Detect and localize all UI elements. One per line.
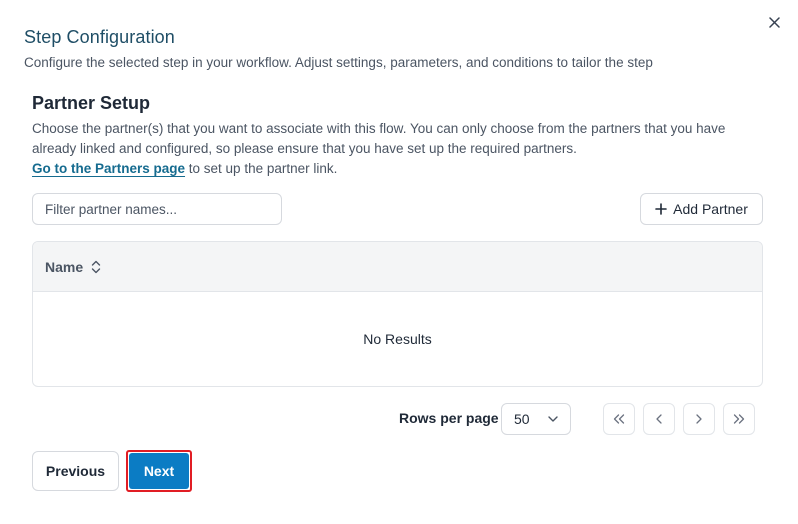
next-button[interactable]: Next (129, 453, 189, 489)
chevron-down-icon (548, 416, 558, 422)
table-empty-state: No Results (363, 331, 432, 347)
rows-per-page-value: 50 (514, 411, 530, 427)
previous-page-icon (656, 414, 662, 424)
previous-button[interactable]: Previous (32, 451, 119, 491)
sort-icon (91, 260, 101, 273)
first-page-icon (613, 414, 625, 424)
last-page-button[interactable] (723, 403, 755, 435)
next-button-highlight: Next (126, 450, 192, 492)
rows-per-page-label: Rows per page (399, 410, 499, 426)
link-suffix-text: to set up the partner link. (185, 161, 338, 176)
add-partner-button[interactable]: Add Partner (640, 193, 763, 225)
plus-icon (655, 203, 667, 215)
partners-page-link[interactable]: Go to the Partners page (32, 161, 185, 176)
table-header: Name (33, 242, 762, 292)
next-page-icon (696, 414, 702, 424)
filter-partner-input[interactable] (32, 193, 282, 225)
close-icon (768, 16, 780, 28)
column-header-name[interactable]: Name (45, 259, 101, 275)
previous-page-button[interactable] (643, 403, 675, 435)
rows-per-page-select[interactable]: 50 (501, 403, 571, 435)
dialog-title: Step Configuration (24, 27, 175, 47)
add-partner-label: Add Partner (673, 201, 748, 217)
column-header-label: Name (45, 258, 84, 275)
next-page-button[interactable] (683, 403, 715, 435)
dialog-description: Configure the selected step in your work… (24, 55, 653, 70)
close-button[interactable] (764, 12, 784, 32)
last-page-icon (733, 414, 745, 424)
section-description: Choose the partner(s) that you want to a… (32, 119, 762, 179)
section-description-text: Choose the partner(s) that you want to a… (32, 121, 726, 156)
partners-table: Name No Results (32, 241, 763, 387)
first-page-button[interactable] (603, 403, 635, 435)
section-title: Partner Setup (32, 93, 151, 113)
